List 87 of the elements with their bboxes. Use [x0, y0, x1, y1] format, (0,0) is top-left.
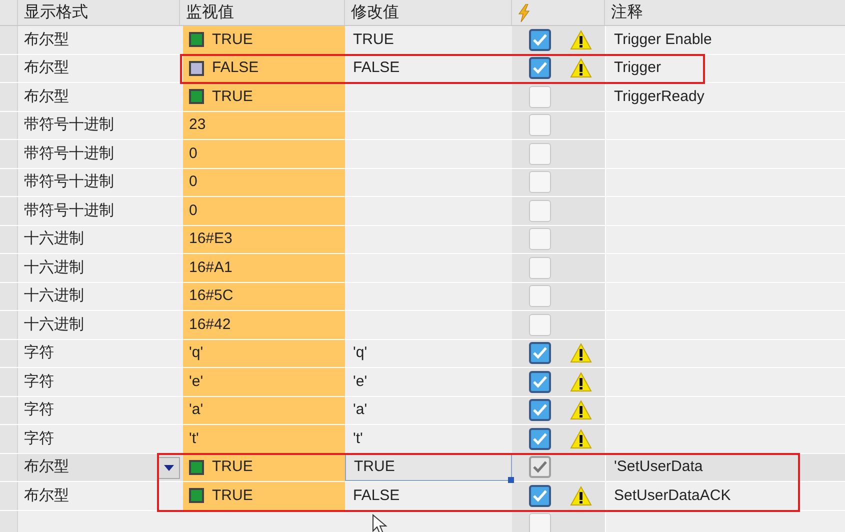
checkbox[interactable] — [529, 28, 551, 51]
table-cell-text: 'SetUserData — [614, 457, 703, 477]
table-cell-text: Trigger — [614, 58, 661, 78]
table-cell-text: 'q' — [353, 343, 368, 363]
monitor-value-cell: 16#E3 — [183, 226, 345, 253]
table-cell-text: 'a' — [353, 400, 368, 420]
table-cell-text: 布尔型 — [24, 486, 69, 506]
check-icon — [533, 490, 547, 502]
monitor-value-cell: FALSE — [183, 54, 345, 82]
monitor-value-cell: 16#42 — [183, 311, 345, 338]
checkbox[interactable] — [529, 370, 551, 393]
monitor-value-cell: 't' — [183, 425, 345, 452]
table-cell-text: 布尔型 — [24, 58, 69, 78]
monitor-value-cell: TRUE — [183, 83, 345, 110]
table-cell-text: 带符号十进制 — [24, 172, 114, 192]
monitor-value-cell: 23 — [183, 112, 345, 139]
monitor-value-cell: 'e' — [183, 368, 345, 396]
table-row[interactable]: 布尔型 TRUE TRUE Trigger Enable — [0, 26, 845, 54]
monitor-value-cell: TRUE — [183, 454, 345, 481]
check-icon — [533, 376, 547, 388]
resize-handle[interactable] — [508, 477, 514, 483]
monitor-value-cell: TRUE — [183, 482, 345, 510]
check-icon — [533, 404, 547, 416]
monitor-value-cell: 16#A1 — [183, 254, 345, 282]
monitor-value-cell: TRUE — [183, 26, 345, 54]
checkbox[interactable] — [529, 342, 551, 364]
monitor-value-cell: 'q' — [183, 340, 345, 367]
monitor-value-cell: 0 — [183, 168, 345, 196]
checkbox[interactable] — [529, 484, 551, 507]
caret-icon — [164, 464, 174, 470]
monitor-value-cell: 16#5C — [183, 282, 345, 310]
table-cell-text: 十六进制 — [24, 229, 84, 249]
table-row[interactable]: 字符 'e' 'e' — [0, 368, 845, 396]
table-cell-text: SetUserDataACK — [614, 486, 731, 506]
table-row[interactable]: 布尔型 FALSE FALSE Trigger — [0, 54, 845, 83]
table-cell-text: TRUE — [353, 30, 394, 50]
table-cell-text: 字符 — [24, 400, 54, 420]
table-cell-text: 'e' — [353, 372, 368, 392]
table-cell-text: 带符号十进制 — [24, 144, 114, 164]
table-cell-text: 带符号十进制 — [24, 115, 114, 135]
table-cell-text: 't' — [353, 428, 363, 448]
column-header[interactable]: 监视值 — [186, 0, 234, 24]
column-header[interactable]: 显示格式 — [24, 0, 88, 24]
table-row[interactable]: 带符号十进制 23 — [0, 112, 845, 140]
table-cell-text: TriggerReady — [614, 86, 704, 106]
monitor-value-cell: 'a' — [183, 396, 345, 424]
check-icon — [533, 62, 547, 74]
monitor-value-cell: 0 — [183, 197, 345, 224]
table-cell-text: 字符 — [24, 428, 54, 448]
table-row[interactable]: 带符号十进制 0 — [0, 197, 845, 226]
table-row[interactable]: 布尔型 TRUE FALSE SetUserDataACK — [0, 482, 845, 510]
table-row[interactable]: 十六进制 16#A1 — [0, 254, 845, 282]
table-cell-text: 布尔型 — [24, 30, 69, 50]
table-row[interactable]: 字符 'q' 'q' — [0, 340, 845, 368]
table-row[interactable]: 带符号十进制 0 — [0, 140, 845, 168]
table-row[interactable]: 带符号十进制 0 — [0, 168, 845, 197]
table-row[interactable]: 十六进制 16#5C — [0, 282, 845, 311]
checkbox[interactable] — [529, 57, 551, 80]
table-cell-text: Trigger Enable — [614, 30, 712, 50]
table-cell-text: 字符 — [24, 372, 54, 392]
table-row[interactable]: 字符 't' 't' — [0, 425, 845, 454]
check-icon — [533, 461, 547, 474]
table-row[interactable]: 布尔型 TRUE TriggerReady — [0, 83, 845, 112]
checkbox[interactable] — [529, 456, 551, 478]
table-cell-text: FALSE — [353, 58, 400, 78]
lightning-icon — [518, 4, 530, 22]
column-header[interactable]: 注释 — [611, 0, 643, 24]
check-icon — [533, 432, 547, 445]
selected-row[interactable]: 布尔型 TRUE TRUE 'SetUserData — [0, 454, 845, 482]
table-cell-text: 十六进制 — [24, 286, 84, 306]
table-cell-text: 字符 — [24, 343, 54, 363]
table-cell-text: 布尔型 — [24, 457, 69, 477]
monitor-value-cell: 0 — [183, 140, 345, 168]
checkbox[interactable] — [529, 399, 551, 422]
table-cell-text: 十六进制 — [24, 314, 84, 334]
table-cell-text: FALSE — [353, 486, 400, 506]
table-row[interactable]: 十六进制 16#42 — [0, 311, 845, 340]
table-cell-text: 十六进制 — [24, 258, 84, 278]
check-icon — [533, 34, 547, 46]
dropdown-button[interactable] — [158, 456, 180, 478]
table-row[interactable]: 字符 'a' 'a' — [0, 396, 845, 425]
table-cell-text: 布尔型 — [24, 86, 69, 106]
column-header[interactable]: 修改值 — [351, 0, 399, 24]
table-row[interactable]: 十六进制 16#E3 — [0, 226, 845, 254]
check-icon — [533, 347, 547, 360]
table-cell-text: 带符号十进制 — [24, 200, 114, 220]
checkbox[interactable] — [529, 428, 551, 450]
